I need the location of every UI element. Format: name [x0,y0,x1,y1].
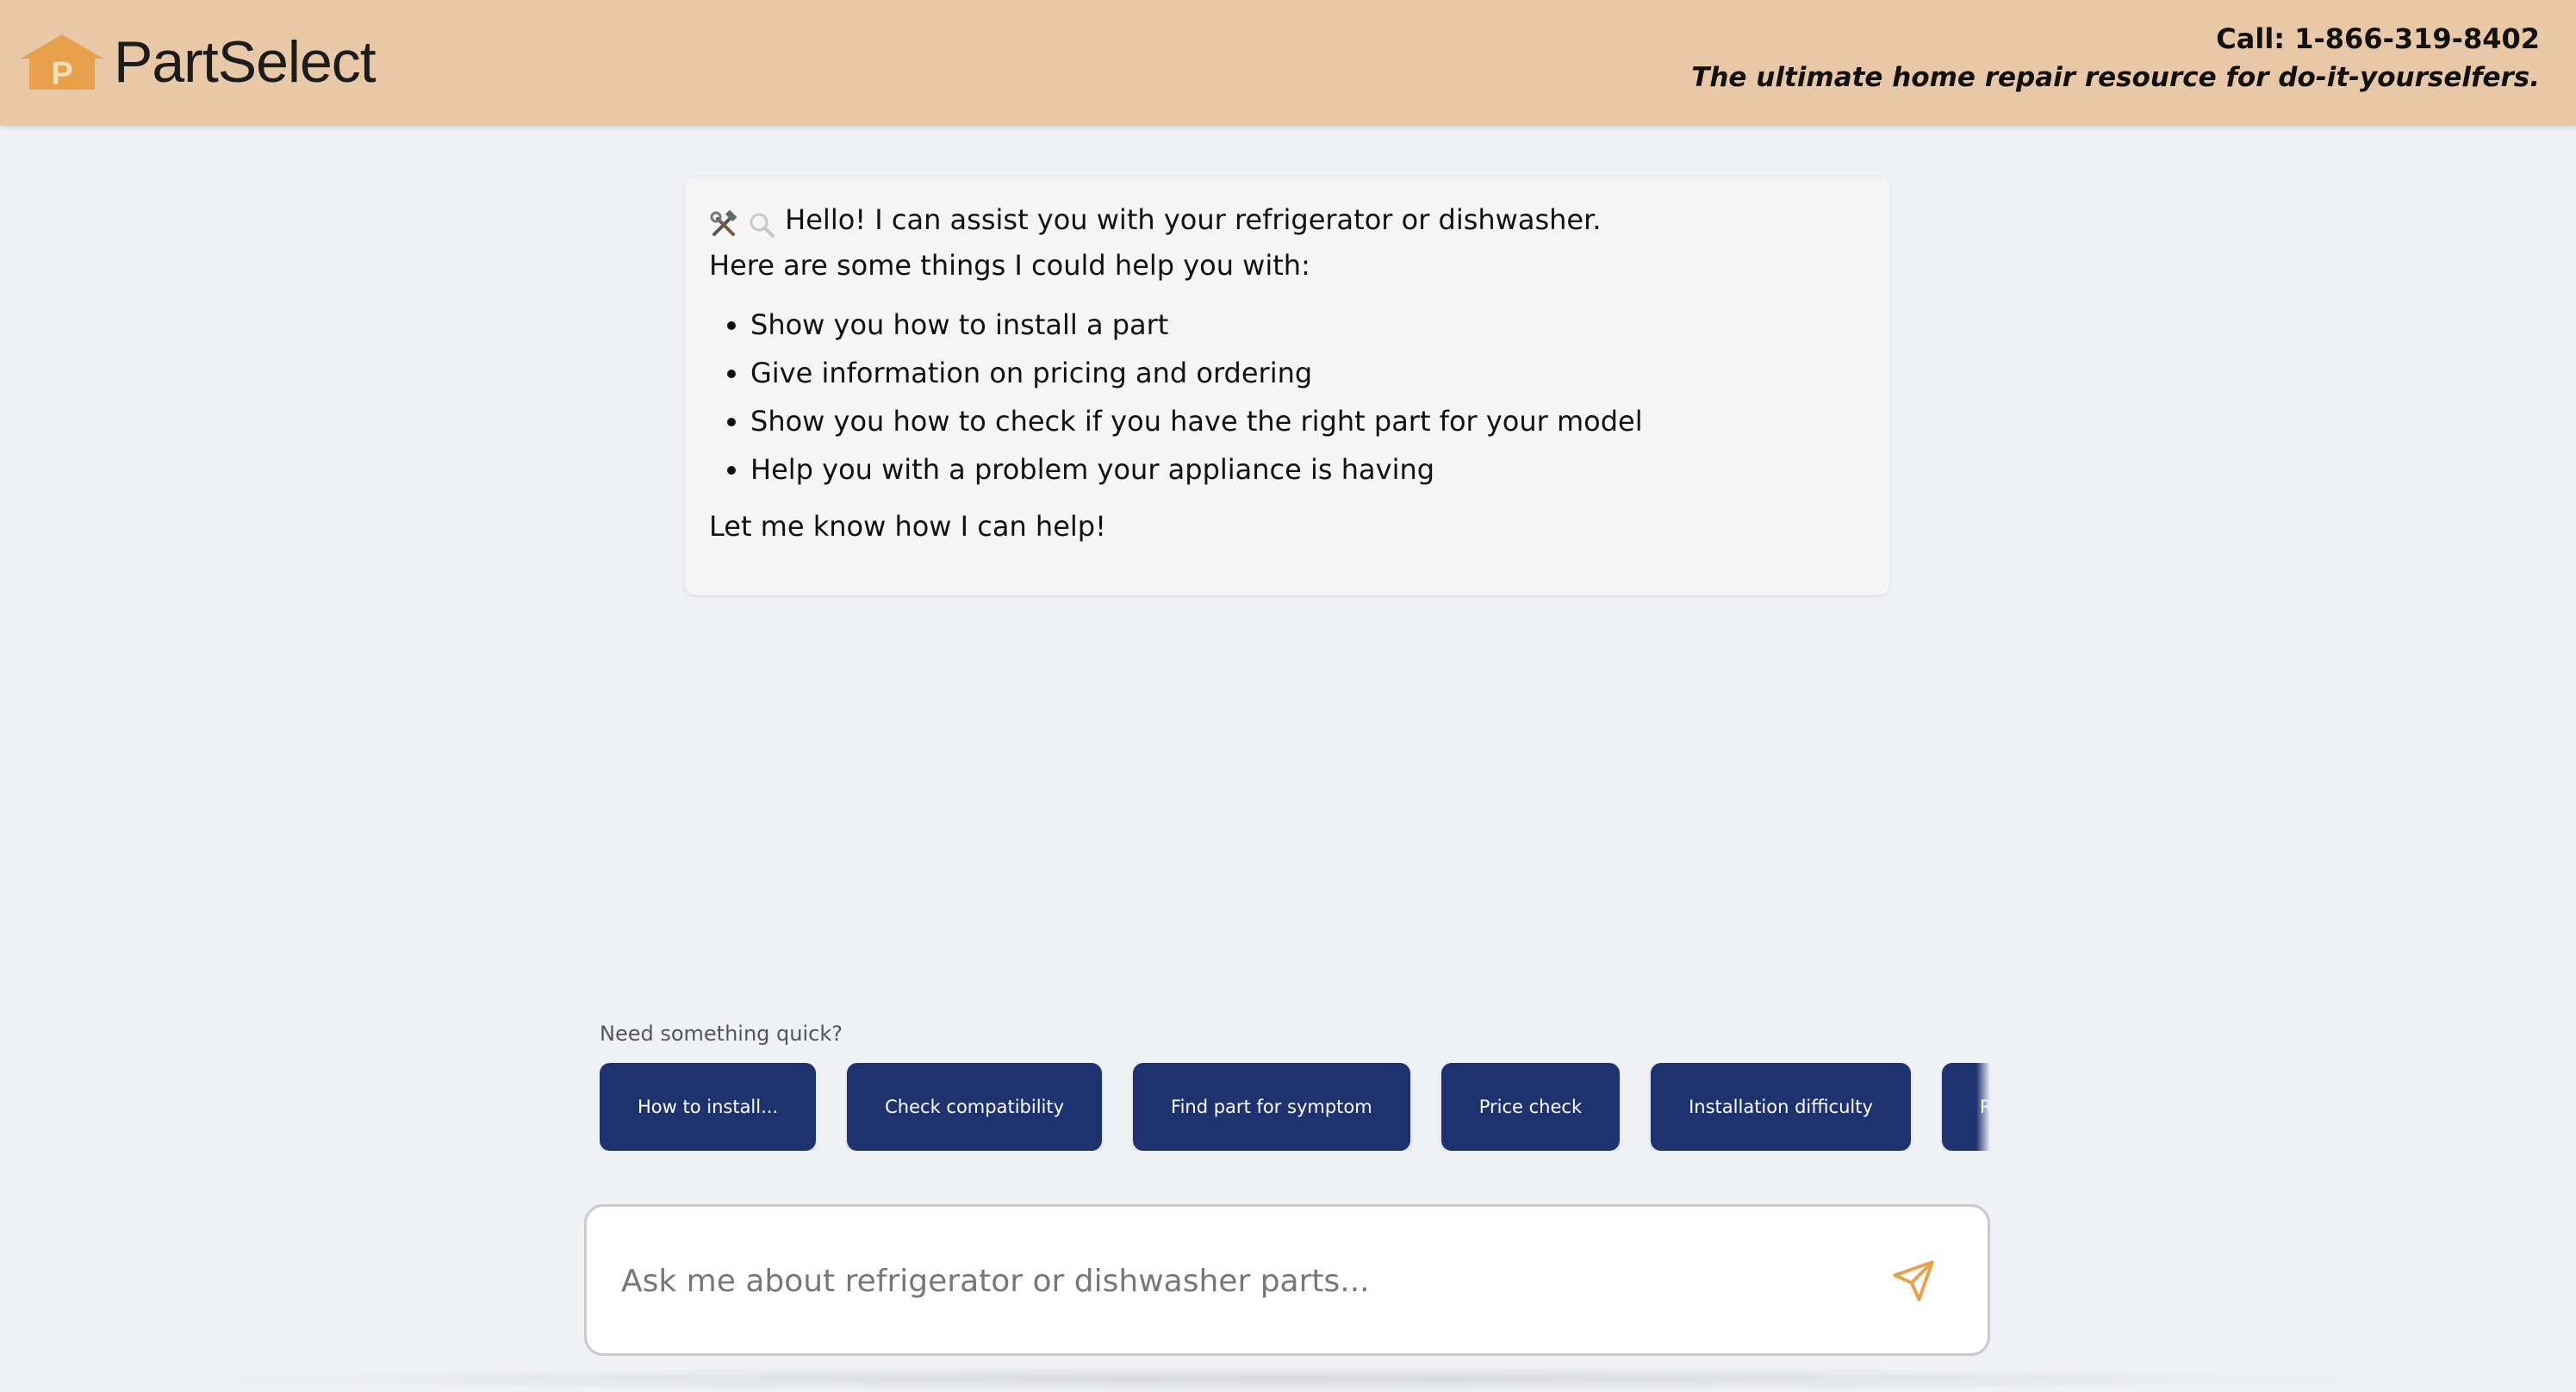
greeting-text: Hello! I can assist you with your refrig… [785,203,1602,236]
tagline: The ultimate home repair resource for do… [1691,62,2540,93]
quick-actions-label: Need something quick? [600,1022,843,1046]
chip-installation-difficulty[interactable]: Installation difficulty [1651,1063,1911,1151]
partselect-logo[interactable]: P PartSelect [19,29,376,95]
send-button[interactable] [1888,1255,1939,1307]
assistant-message: Hello! I can assist you with your refrig… [685,177,1889,595]
hammer-wrench-icon [710,210,737,236]
list-item: Show you how to check if you have the ri… [750,397,1865,445]
phone-number[interactable]: Call: 1-866-319-8402 [1691,19,2540,59]
house-logo-icon: P [21,34,103,91]
help-options-list: Show you how to install a part Give info… [709,301,1865,494]
greeting-icons [709,202,776,245]
intro-text: Here are some things I could help you wi… [709,249,1310,282]
send-icon [1893,1260,1934,1302]
greeting-line: Hello! I can assist you with your refrig… [709,199,1865,245]
chips-scroll-fade [1976,1063,1990,1151]
list-item: Show you how to install a part [750,301,1865,349]
chip-check-compatibility[interactable]: Check compatibility [847,1063,1103,1151]
bottom-shadow [138,1366,2438,1392]
magnifier-icon [750,213,775,238]
chat-composer [584,1204,1990,1356]
chip-find-part-for-symptom[interactable]: Find part for symptom [1133,1063,1410,1151]
list-item: Help you with a problem your appliance i… [750,445,1865,494]
quick-actions-bar[interactable]: How to install... Check compatibility Find… [600,1063,1990,1151]
list-item: Give information on pricing and ordering [750,349,1865,397]
chip-price-check[interactable]: Price check [1440,1063,1621,1151]
closing-text: Let me know how I can help! [709,510,1106,543]
logo-letter: P [51,56,72,91]
header-contact: Call: 1-866-319-8402 The ultimate home r… [1691,19,2540,96]
brand-name: PartSelect [114,29,376,95]
chat-input[interactable] [619,1207,1864,1355]
chip-how-to-install[interactable]: How to install... [600,1063,817,1151]
site-header: P PartSelect Call: 1-866-319-8402 The ul… [0,0,2576,126]
